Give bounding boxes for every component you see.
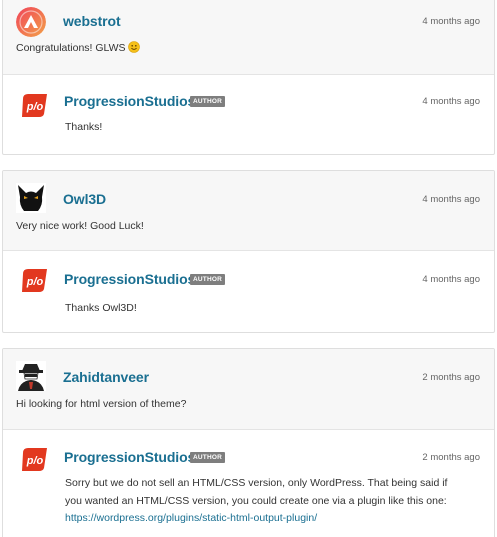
reply-author[interactable]: ProgressionStudios: [64, 271, 195, 287]
svg-text:p/o: p/o: [26, 101, 44, 113]
reply-progressionstudios: p/o ProgressionStudios AUTHOR 2 months a…: [3, 430, 494, 537]
comment-text: Very nice work! Good Luck!: [16, 220, 144, 232]
comment-thread-3: Zahidtanveer 2 months ago Hi looking for…: [2, 348, 495, 537]
avatar-progressionstudios[interactable]: p/o: [20, 444, 50, 474]
avatar-owl3d[interactable]: [16, 183, 46, 213]
comment-author[interactable]: webstrot: [63, 13, 121, 29]
progressionstudios-logo-icon: p/o: [22, 94, 47, 117]
plugin-link[interactable]: https://wordpress.org/plugins/static-htm…: [65, 512, 317, 524]
author-badge: AUTHOR: [190, 96, 226, 107]
comment-owl3d: Owl3D 4 months ago Very nice work! Good …: [3, 171, 494, 251]
comment-text: Congratulations! GLWS: [16, 40, 140, 60]
progressionstudios-logo-icon: p/o: [22, 448, 47, 471]
owl-avatar-icon: [16, 183, 46, 213]
smiley-emoji-icon: [127, 41, 140, 60]
comment-thread-1: webstrot 4 months ago Congratulations! G…: [2, 0, 495, 155]
avatar-zahidtanveer[interactable]: [16, 361, 46, 391]
comment-time: 4 months ago: [422, 194, 480, 205]
comment-author[interactable]: Zahidtanveer: [63, 369, 149, 385]
reply-author[interactable]: ProgressionStudios: [64, 93, 195, 109]
comment-time: 2 months ago: [422, 372, 480, 383]
reply-text: Thanks!: [65, 121, 103, 133]
comment-text: Hi looking for html version of theme?: [16, 398, 187, 410]
comment-thread-2: Owl3D 4 months ago Very nice work! Good …: [2, 170, 495, 333]
spy-avatar-icon: [16, 361, 46, 391]
svg-text:p/o: p/o: [26, 276, 44, 288]
comment-time: 4 months ago: [422, 16, 480, 27]
reply-text: Sorry but we do not sell an HTML/CSS ver…: [65, 475, 485, 528]
webstrot-logo-icon: [16, 7, 46, 37]
svg-text:p/o: p/o: [26, 455, 44, 467]
reply-author[interactable]: ProgressionStudios: [64, 449, 195, 465]
comment-author[interactable]: Owl3D: [63, 191, 106, 207]
comment-text-body: Congratulations! GLWS: [16, 42, 126, 54]
reply-time: 4 months ago: [422, 96, 480, 107]
reply-time: 2 months ago: [422, 452, 480, 463]
comment-zahidtanveer: Zahidtanveer 2 months ago Hi looking for…: [3, 349, 494, 430]
reply-time: 4 months ago: [422, 274, 480, 285]
reply-progressionstudios: p/o ProgressionStudios AUTHOR 4 months a…: [3, 75, 494, 154]
reply-progressionstudios: p/o ProgressionStudios AUTHOR 4 months a…: [3, 251, 494, 332]
avatar-progressionstudios[interactable]: p/o: [20, 265, 50, 295]
author-badge: AUTHOR: [190, 452, 226, 463]
reply-text-line: you wanted an HTML/CSS version, you coul…: [65, 494, 447, 507]
avatar-progressionstudios[interactable]: p/o: [20, 90, 50, 120]
reply-text-line: Sorry but we do not sell an HTML/CSS ver…: [65, 477, 448, 489]
comment-webstrot: webstrot 4 months ago Congratulations! G…: [3, 0, 494, 75]
reply-text: Thanks Owl3D!: [65, 302, 137, 314]
author-badge: AUTHOR: [190, 274, 226, 285]
progressionstudios-logo-icon: p/o: [22, 269, 47, 292]
avatar-webstrot[interactable]: [16, 7, 46, 37]
